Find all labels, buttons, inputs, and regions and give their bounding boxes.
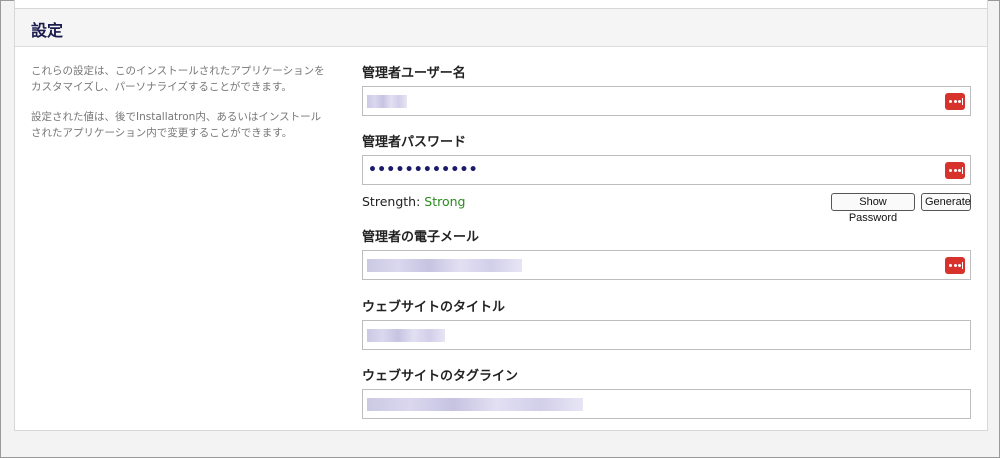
admin-email-input[interactable] [362,250,971,280]
redacted-value [367,329,445,342]
admin-email-label: 管理者の電子メール [362,230,480,245]
password-manager-icon[interactable] [945,257,965,274]
password-value: •••••••••••• [368,162,478,178]
strength-label: Strength: [362,194,421,209]
redacted-value [367,398,583,411]
section-title: 設定 [31,21,64,40]
site-title-label: ウェブサイトのタイトル [362,300,506,315]
admin-username-input[interactable] [362,86,971,116]
settings-panel: 設定 これらの設定は、このインストールされたアプリケーションをカスタマイズし、パ… [14,0,988,431]
strength-value: Strong [424,194,466,209]
site-tagline-input[interactable] [362,389,971,419]
site-tagline-label: ウェブサイトのタグライン [362,369,519,384]
generate-password-button[interactable]: Generate [921,193,971,211]
password-strength: Strength: Strong [362,194,466,209]
password-manager-icon[interactable] [945,162,965,179]
section-description: これらの設定は、このインストールされたアプリケーションをカスタマイズし、パーソナ… [31,65,325,93]
admin-password-label: 管理者パスワード [362,135,467,150]
password-manager-icon[interactable] [945,93,965,110]
admin-password-input[interactable]: •••••••••••• [362,155,971,185]
admin-username-label: 管理者ユーザー名 [362,66,466,81]
panel-header: 設定 [15,9,987,47]
redacted-value [367,259,522,272]
redacted-value [367,95,407,108]
show-password-button[interactable]: Show Password [831,193,915,224]
section-note: 設定された値は、後でInstallatron内、あるいはインストールされたアプリ… [31,111,322,139]
site-title-input[interactable] [362,320,971,350]
